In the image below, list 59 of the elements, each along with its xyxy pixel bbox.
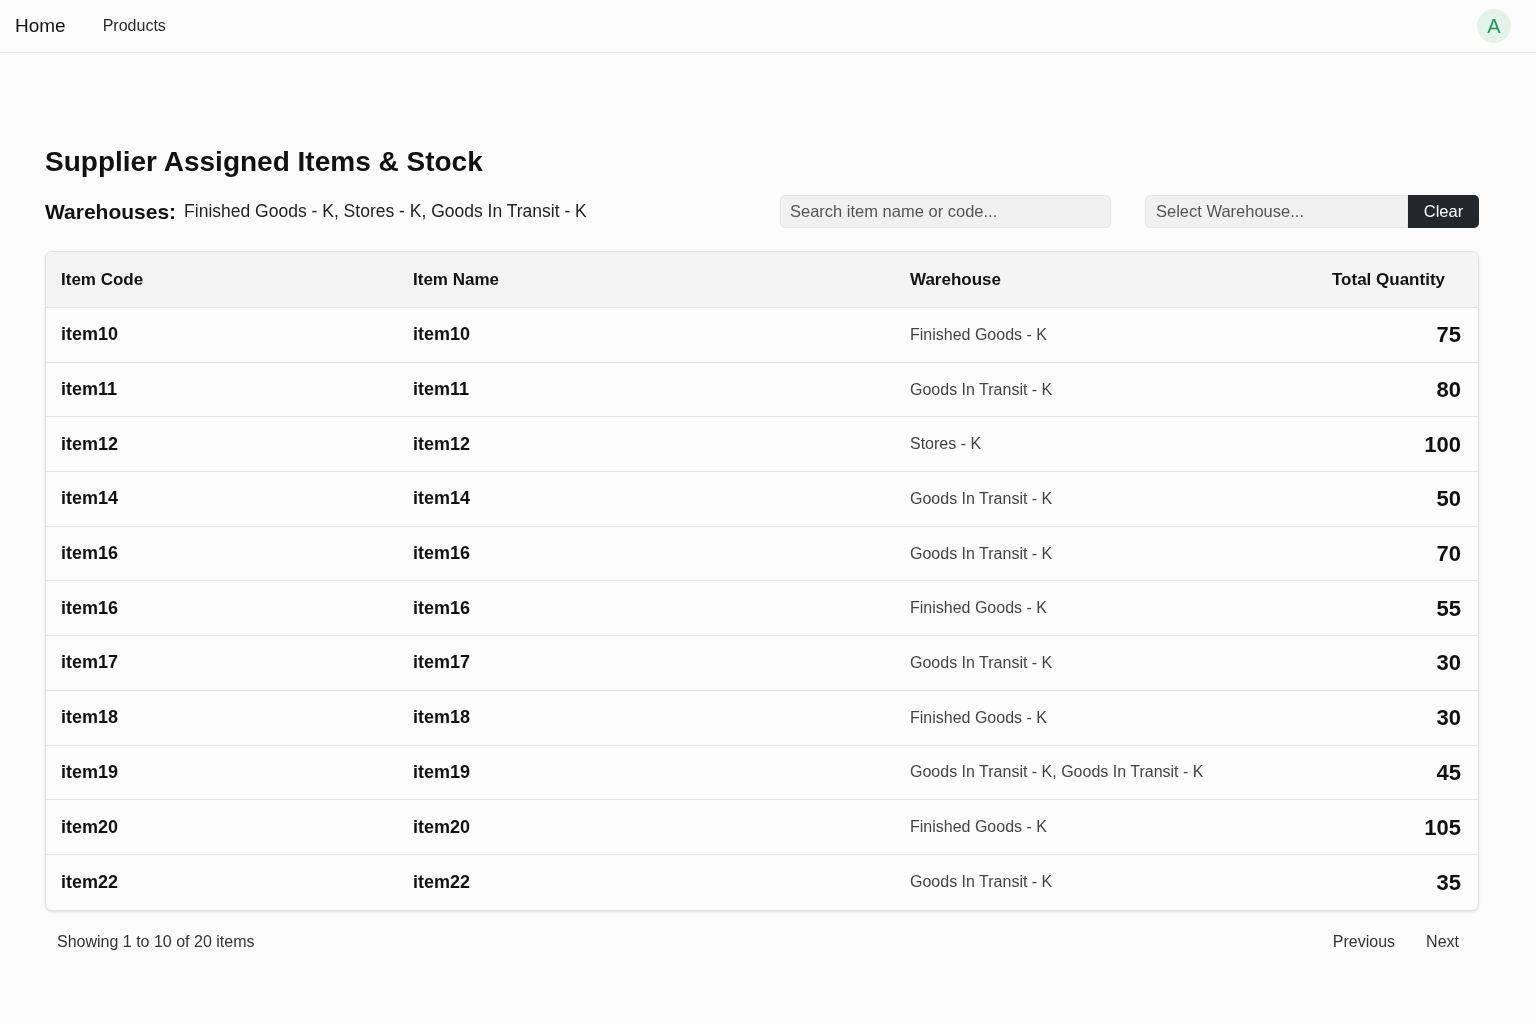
pagination-summary: Showing 1 to 10 of 20 items	[57, 931, 255, 952]
page-title: Supplier Assigned Items & Stock	[45, 145, 484, 179]
table-cell-text: 70	[1436, 540, 1461, 569]
warehouses-list: Finished Goods - K, Stores - K, Goods In Transit - K	[184, 198, 587, 225]
table-cell-text: item19	[413, 760, 471, 784]
warehouses-label: Warehouses:	[45, 198, 177, 225]
table-cell-text: item14	[413, 487, 471, 511]
column-header: Item Name	[413, 268, 499, 291]
table-cell-text: item22	[413, 870, 471, 894]
table-cell-text: Goods In Transit - K	[910, 379, 1053, 400]
nav-link[interactable]: Home	[15, 11, 66, 41]
column-header: Warehouse	[910, 268, 1001, 291]
table-cell-text: Goods In Transit - K	[910, 652, 1053, 673]
table-cell-text: item10	[413, 323, 471, 347]
clear-button[interactable]: Clear	[1408, 195, 1479, 228]
table-cell-text: item12	[413, 432, 471, 456]
table-cell-text: Stores - K	[910, 434, 982, 455]
table-cell-text: item16	[413, 596, 471, 620]
column-header: Item Code	[61, 268, 144, 291]
next-button[interactable]: Next	[1426, 929, 1459, 954]
table-cell-text: Goods In Transit - K	[910, 543, 1053, 564]
table-cell-text: 35	[1436, 868, 1461, 897]
table-cell-text: 30	[1436, 649, 1461, 678]
table-cell-text: item16	[61, 596, 119, 620]
table-cell-text: item18	[61, 706, 119, 730]
table-cell-text: 100	[1424, 430, 1461, 459]
warehouse-select[interactable]: Select Warehouse...	[1145, 195, 1408, 228]
table-cell-text: Finished Goods - K	[910, 598, 1047, 619]
table-cell-text: 75	[1436, 321, 1461, 350]
search-field[interactable]: Search item name or code...	[780, 195, 1111, 228]
table-cell-text: item20	[413, 815, 471, 839]
table-cell-text: item20	[61, 815, 119, 839]
table-cell-text: item14	[61, 487, 119, 511]
table-cell-text: item10	[61, 323, 119, 347]
table-cell-text: item17	[61, 651, 119, 675]
table-cell-text: Finished Goods - K	[910, 324, 1047, 345]
table-cell-text: Finished Goods - K	[910, 707, 1047, 728]
table-cell-text: item11	[61, 378, 118, 402]
table-cell-text: 80	[1436, 376, 1461, 405]
table-cell-text: item16	[413, 542, 471, 566]
table-cell-text: Finished Goods - K	[910, 817, 1047, 838]
table-cell-text: item16	[61, 542, 119, 566]
table-cell-text: item19	[61, 760, 119, 784]
column-header: Total Quantity	[1332, 268, 1445, 291]
table-cell-text: item18	[413, 706, 471, 730]
table-cell-text: item22	[61, 870, 119, 894]
table-cell-text: Goods In Transit - K, Goods In Transit - K	[910, 762, 1204, 783]
table-cell-text: Goods In Transit - K	[910, 872, 1053, 893]
table-cell-text: 50	[1436, 485, 1461, 514]
table-cell-text: item17	[413, 651, 471, 675]
previous-button[interactable]: Previous	[1332, 929, 1396, 954]
table-cell-text: item12	[61, 432, 119, 456]
nav-link[interactable]: Products	[102, 14, 166, 38]
table-cell-text: 105	[1424, 813, 1461, 842]
table-cell-text: 55	[1436, 594, 1461, 623]
table-cell-text: 45	[1436, 758, 1461, 787]
table-cell-text: 30	[1436, 704, 1461, 733]
table-cell-text: Goods In Transit - K	[910, 488, 1053, 509]
table-cell-text: item11	[413, 378, 470, 402]
